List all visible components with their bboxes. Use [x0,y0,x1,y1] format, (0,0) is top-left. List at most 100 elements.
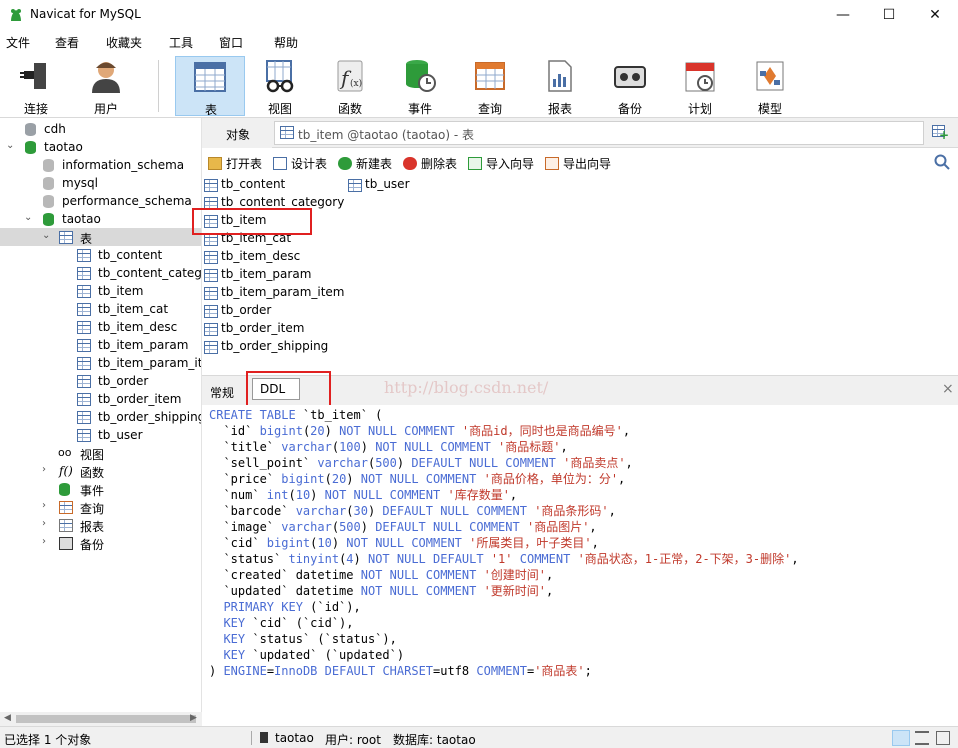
menu-bar: 文件 查看 收藏夹 工具 窗口 帮助 [0,30,958,52]
tree-group-functions[interactable]: › f() 函数 [0,462,201,480]
query-button[interactable]: 查询 [460,56,520,116]
tree-table-item[interactable]: tb_item_cat [0,300,201,318]
table-icon [77,375,91,388]
calendar-icon [685,62,715,92]
maximize-button[interactable]: ☐ [866,0,912,30]
scroll-right-icon[interactable]: ▶ [190,713,197,723]
new-table-button[interactable]: 新建表 [338,155,392,172]
object-list: tb_content tb_content_category tb_item tb_i… [202,176,958,372]
toolbar-separator [158,60,159,112]
chevron-down-icon[interactable]: ⌄ [24,212,32,223]
tree-table-item[interactable]: tb_item_desc [0,318,201,336]
table-button[interactable]: 表 [175,56,245,117]
search-icon[interactable] [934,154,950,170]
server-icon [260,732,268,743]
table-icon [348,179,362,192]
function-button[interactable]: f (x) 函数 [320,56,380,116]
main-toolbar: 连接 用户 表 视图 f (x) 函数 事件 查询 报表 备份 计划 模型 [0,52,958,118]
tree-table-item[interactable]: tb_order_item [0,390,201,408]
chevron-right-icon[interactable]: › [42,464,46,475]
chevron-right-icon[interactable]: › [42,518,46,529]
tree-group-tables[interactable]: ⌄ 表 [0,228,201,246]
tab-objects[interactable]: 对象 [202,118,272,148]
menu-tools[interactable]: 工具 [169,34,193,51]
schedule-button[interactable]: 计划 [670,56,730,116]
tree-group-reports[interactable]: › 报表 [0,516,201,534]
ddl-line: ) ENGINE=InnoDB DEFAULT CHARSET=utf8 COM… [209,664,592,678]
tree-group-views[interactable]: oo 视图 [0,444,201,462]
detail-view-icon[interactable] [915,731,929,745]
tree-table-item[interactable]: tb_user [0,426,201,444]
menu-file[interactable]: 文件 [6,34,30,51]
glasses-table-icon [266,60,294,93]
scroll-left-icon[interactable]: ◀ [4,713,11,723]
tree-table-item[interactable]: tb_order_shipping [0,408,201,426]
menu-view[interactable]: 查看 [55,34,79,51]
database-icon [43,213,54,226]
tree-table-item[interactable]: tb_item_param [0,336,201,354]
window-title: Navicat for MySQL [30,7,141,21]
tree-group-queries[interactable]: › 查询 [0,498,201,516]
view-button[interactable]: 视图 [250,56,310,116]
table-icon [204,179,218,192]
tree-table-item[interactable]: tb_content_categc [0,264,201,282]
user-icon [92,62,120,93]
tree-table-item[interactable]: tb_order [0,372,201,390]
tab-table-info[interactable]: tb_item @taotao (taotao) - 表 [274,121,924,145]
glasses-icon: oo [58,446,72,459]
svg-text:(x): (x) [350,78,362,89]
new-tab-icon[interactable]: + [932,125,949,142]
grid-view-icon[interactable] [936,731,950,745]
import-icon [468,157,482,170]
menu-help[interactable]: 帮助 [274,34,298,51]
tree-table-item[interactable]: tb_content [0,246,201,264]
list-view-icon[interactable] [892,730,910,746]
highlight-ddl-tab [246,371,331,408]
open-table-button[interactable]: 打开表 [208,155,262,172]
close-button[interactable]: ✕ [912,0,958,30]
event-button[interactable]: 事件 [390,56,450,116]
plug-icon [20,63,46,89]
design-table-button[interactable]: 设计表 [273,155,327,172]
pencil-table-icon [273,157,287,170]
query-icon [475,62,505,90]
tree-group-backups[interactable]: › 备份 [0,534,201,552]
export-wizard-button[interactable]: 导出向导 [545,155,611,172]
import-wizard-button[interactable]: 导入向导 [468,155,534,172]
ddl-line: `sell_point` varchar(500) DEFAULT NULL C… [209,456,633,470]
tab-general[interactable]: 常规 [210,384,234,401]
tree-db-information-schema[interactable]: information_schema [0,156,201,174]
ddl-text-area[interactable]: CREATE TABLE `tb_item` ( `id` bigint(20)… [202,405,958,726]
tree-conn-cdh[interactable]: cdh [0,120,201,138]
chevron-down-icon[interactable]: ⌄ [6,140,14,151]
folder-open-icon [208,157,222,170]
table-icon [77,303,91,316]
minimize-button[interactable]: — [820,0,866,30]
table-icon [204,287,218,300]
highlight-tb-item [192,208,312,235]
tree-table-item[interactable]: tb_item [0,282,201,300]
tree-table-item[interactable]: tb_item_param_ite [0,354,201,372]
selection-status: 已选择 1 个对象 [4,733,92,747]
menu-favorites[interactable]: 收藏夹 [106,34,142,51]
model-button[interactable]: 模型 [740,56,800,116]
close-detail-icon[interactable]: × [942,381,954,397]
scrollbar-thumb[interactable] [16,715,196,723]
connect-button[interactable]: 连接 [6,56,66,116]
menu-window[interactable]: 窗口 [219,34,243,51]
user-button[interactable]: 用户 [76,56,136,116]
tree-db-performance-schema[interactable]: performance_schema [0,192,201,210]
chevron-right-icon[interactable]: › [42,536,46,547]
chevron-right-icon[interactable]: › [42,500,46,511]
report-button[interactable]: 报表 [530,56,590,116]
table-icon [204,341,218,354]
tree-db-taotao[interactable]: ⌄ taotao [0,210,201,228]
table-icon [77,267,91,280]
backup-button[interactable]: 备份 [600,56,660,116]
tree-group-events[interactable]: 事件 [0,480,201,498]
delete-table-button[interactable]: 删除表 [403,155,457,172]
tree-db-mysql[interactable]: mysql [0,174,201,192]
tree-horizontal-scrollbar[interactable]: ◀ ▶ [0,712,202,726]
chevron-down-icon[interactable]: ⌄ [42,230,50,241]
tree-conn-taotao[interactable]: ⌄ taotao [0,138,201,156]
